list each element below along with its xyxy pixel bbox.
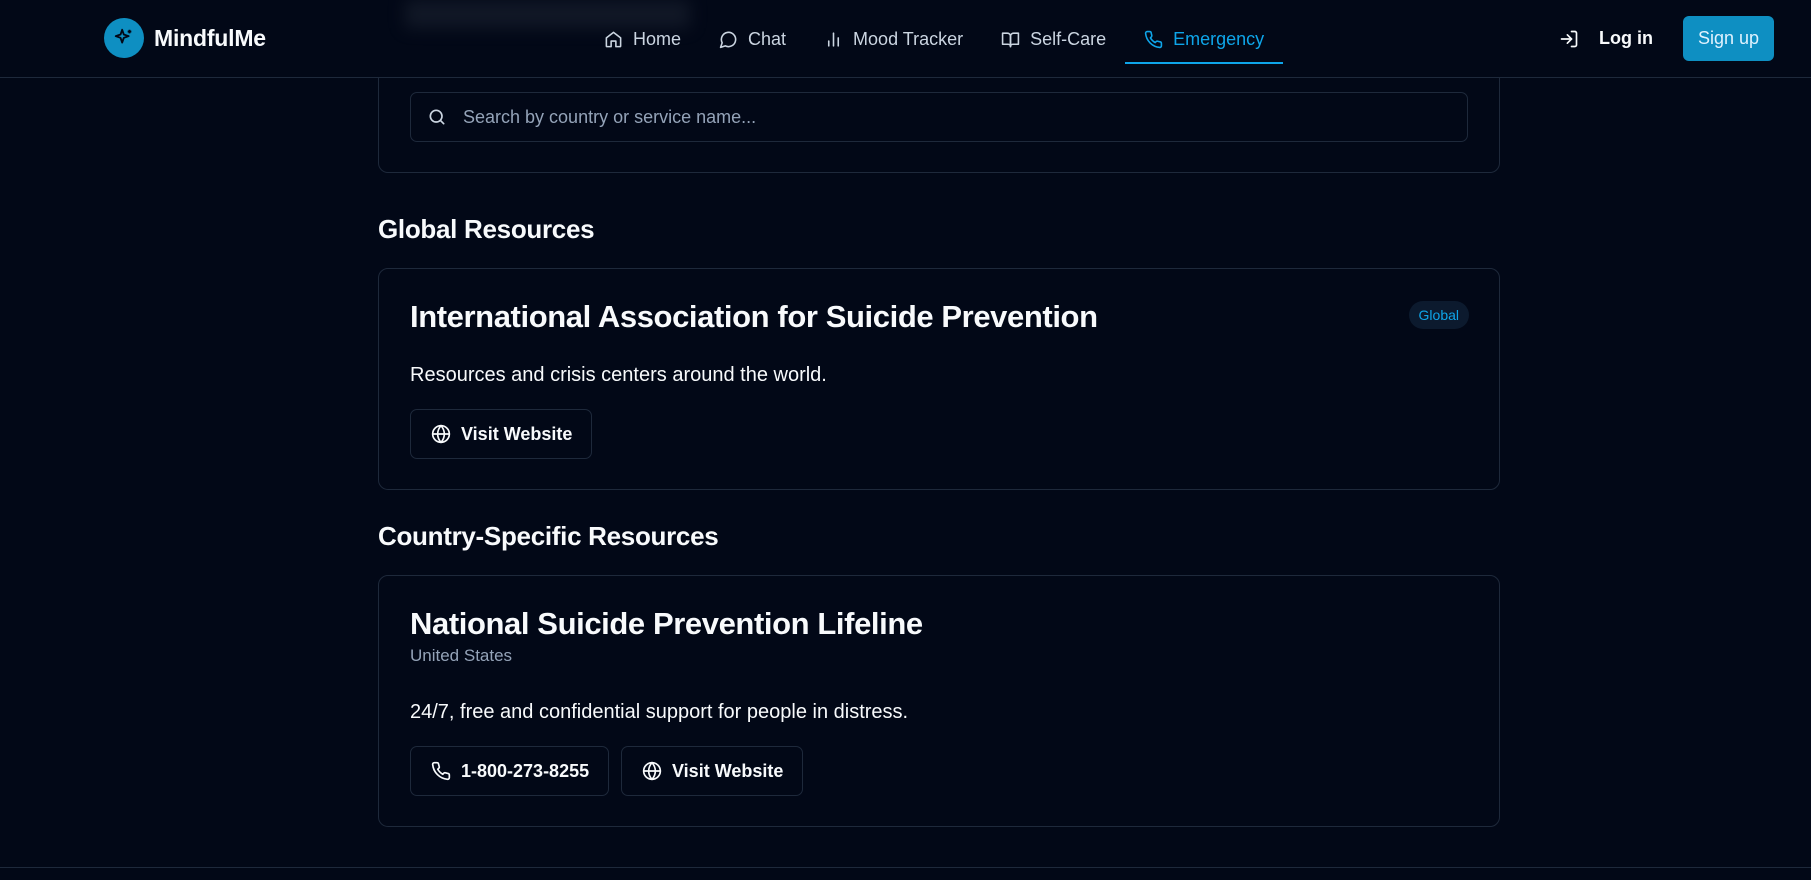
nav-label: Home bbox=[633, 28, 682, 49]
home-icon bbox=[605, 31, 622, 47]
phone-icon bbox=[431, 761, 451, 781]
resource-description: 24/7, free and confidential support for … bbox=[410, 701, 909, 723]
resource-country: United States bbox=[410, 646, 513, 665]
globe-icon bbox=[431, 424, 451, 444]
nav-item-chat[interactable]: Chat bbox=[700, 14, 805, 64]
nav-label: Self-Care bbox=[1030, 28, 1107, 49]
chat-icon bbox=[719, 31, 737, 48]
phone-icon bbox=[1144, 30, 1163, 48]
nav-item-mood-tracker[interactable]: Mood Tracker bbox=[805, 14, 982, 64]
main-nav: Home Chat Mood Tracker Self-Care Emergen… bbox=[585, 14, 1284, 64]
call-phone-button[interactable]: 1-800-273-8255 bbox=[410, 746, 610, 796]
auth-actions: Log in Sign up bbox=[1559, 16, 1774, 61]
footer-divider bbox=[0, 867, 1811, 868]
button-label: Visit Website bbox=[461, 423, 573, 444]
search-field[interactable] bbox=[410, 92, 1468, 142]
book-open-icon bbox=[1001, 31, 1020, 47]
resource-description: Resources and crisis centers around the … bbox=[410, 364, 827, 386]
search-input[interactable] bbox=[463, 106, 1463, 128]
sparkles-icon bbox=[104, 18, 144, 58]
button-label: 1-800-273-8255 bbox=[461, 760, 590, 781]
nav-label: Emergency bbox=[1173, 28, 1265, 49]
nav-item-emergency[interactable]: Emergency bbox=[1125, 14, 1284, 64]
login-label: Log in bbox=[1598, 28, 1653, 48]
nav-item-self-care[interactable]: Self-Care bbox=[982, 14, 1125, 64]
resource-card: National Suicide Prevention Lifeline Uni… bbox=[378, 575, 1500, 827]
globe-icon bbox=[642, 761, 662, 781]
nav-label: Mood Tracker bbox=[853, 28, 964, 49]
bar-chart-icon bbox=[828, 31, 840, 47]
global-resources-heading: Global Resources bbox=[378, 214, 595, 244]
visit-website-button[interactable]: Visit Website bbox=[410, 409, 593, 459]
signup-button[interactable]: Sign up bbox=[1682, 16, 1774, 61]
resource-title: National Suicide Prevention Lifeline bbox=[410, 606, 923, 641]
visit-website-button[interactable]: Visit Website bbox=[621, 746, 804, 796]
resource-title: International Association for Suicide Pr… bbox=[410, 299, 1098, 334]
status-badge: Global bbox=[1408, 301, 1469, 329]
top-navbar: MindfulMe Home Chat Mood Tracker Self-Ca… bbox=[0, 0, 1811, 78]
button-label: Visit Website bbox=[672, 760, 784, 781]
login-icon bbox=[1560, 30, 1578, 47]
brand-logo[interactable]: MindfulMe bbox=[104, 18, 266, 58]
search-icon bbox=[429, 109, 445, 125]
nav-label: Chat bbox=[748, 28, 787, 49]
brand-name: MindfulMe bbox=[154, 24, 266, 51]
nav-item-home[interactable]: Home bbox=[585, 14, 700, 64]
resource-card: International Association for Suicide Pr… bbox=[378, 268, 1500, 490]
login-button[interactable]: Log in bbox=[1559, 28, 1653, 49]
country-resources-heading: Country-Specific Resources bbox=[378, 521, 719, 551]
